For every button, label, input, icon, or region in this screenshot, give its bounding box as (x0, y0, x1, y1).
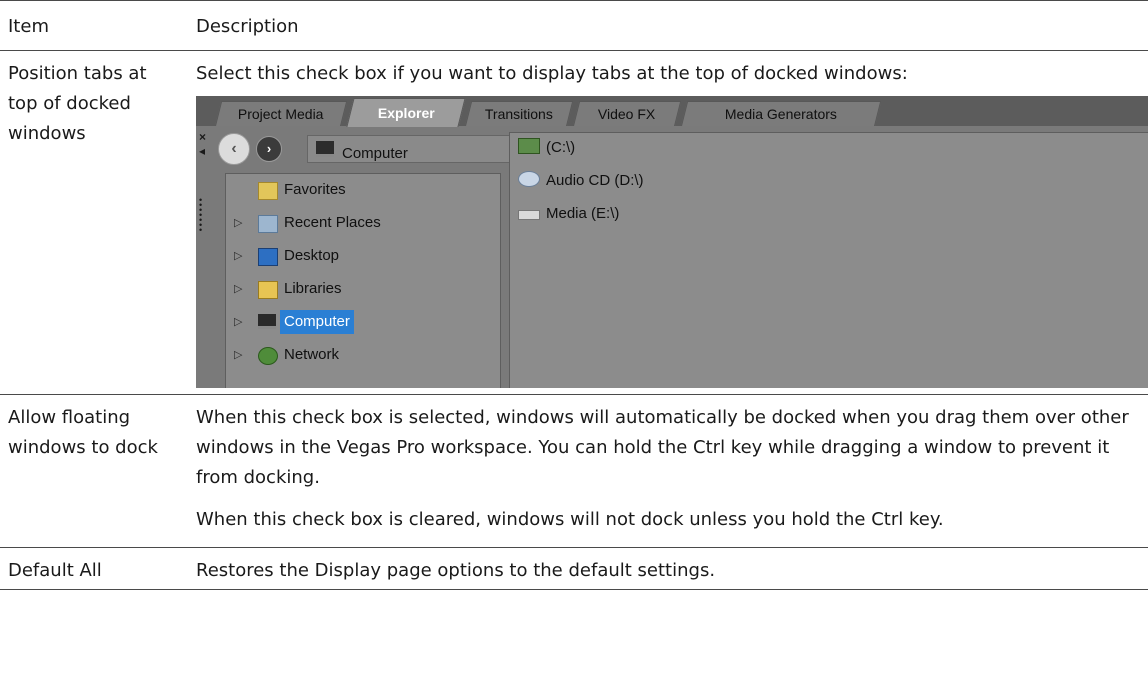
row-description-cell: Select this check box if you want to dis… (196, 51, 1148, 395)
removable-drive-icon (518, 210, 540, 220)
back-button[interactable]: ‹ (218, 133, 250, 165)
table-row: Default All Restores the Display page op… (0, 547, 1148, 590)
tree-item-label: Libraries (284, 280, 342, 297)
drive-e[interactable]: Media (E:\) (518, 202, 619, 226)
expand-arrow-icon[interactable]: ▷ (234, 211, 242, 235)
network-icon (258, 347, 278, 365)
row-description-cell: When this check box is selected, windows… (196, 395, 1148, 548)
tab-strip: Project Media Explorer Transitions Video… (196, 96, 1148, 127)
drive-label: (C:\) (546, 139, 576, 156)
row-description-text: Select this check box if you want to dis… (196, 63, 908, 84)
drive-d[interactable]: Audio CD (D:\) (518, 169, 644, 193)
desktop-icon (258, 248, 278, 266)
tree-item-label: Network (284, 346, 340, 363)
recent-places-icon (258, 215, 278, 233)
tree-item-label: Favorites (284, 181, 346, 198)
document-page: Item Description Position tabs at top of… (0, 0, 1148, 677)
computer-icon (316, 141, 334, 157)
tab-media-generators[interactable]: Media Generators (680, 101, 882, 127)
close-icon[interactable]: × (199, 130, 209, 144)
tab-project-media[interactable]: Project Media (214, 101, 348, 127)
folder-tree[interactable]: Favorites ▷ Recent Places ▷ Desktop ▷ Li… (225, 173, 501, 388)
tree-item-label: Computer (280, 310, 354, 334)
file-list[interactable]: (C:\) Audio CD (D:\) Media (E:\) (509, 132, 1148, 388)
tab-label: Explorer (377, 105, 435, 121)
tab-video-fx[interactable]: Video FX (572, 101, 682, 127)
drive-c[interactable]: (C:\) (518, 136, 575, 160)
row-description-text-2: When this check box is cleared, windows … (196, 509, 944, 530)
cd-drive-icon (518, 171, 540, 187)
tab-explorer[interactable]: Explorer (346, 98, 466, 127)
tree-item-label: Desktop (284, 247, 340, 264)
drive-label: Media (E:\) (546, 205, 620, 222)
options-table: Item Description Position tabs at top of… (0, 0, 1148, 590)
table-row: Allow floating windows to dock When this… (0, 394, 1148, 548)
local-disk-icon (518, 138, 540, 154)
row-item-label: Position tabs at top of docked windows (8, 63, 147, 144)
row-item-label: Default All (8, 560, 102, 581)
table-row: Position tabs at top of docked windows S… (0, 50, 1148, 395)
tab-label: Media Generators (724, 106, 837, 122)
expand-arrow-icon[interactable]: ▷ (234, 244, 242, 268)
row-description-text: When this check box is selected, windows… (196, 407, 1129, 488)
drive-label: Audio CD (D:\) (546, 172, 644, 189)
expand-arrow-icon[interactable]: ▷ (234, 277, 242, 301)
header-description: Description (196, 16, 299, 37)
libraries-icon (258, 281, 278, 299)
tab-label: Video FX (598, 106, 656, 122)
collapse-arrow-icon[interactable]: ◂ (199, 144, 209, 158)
explorer-window-screenshot: Project Media Explorer Transitions Video… (196, 96, 1148, 388)
table-header-row: Item Description (0, 0, 1148, 51)
address-text: Computer (342, 145, 408, 162)
tab-label: Project Media (238, 106, 324, 122)
explorer-pane: × ◂ ••••••• ‹ › Computer ▣ ⟳ (196, 126, 1148, 388)
drag-handle-icon[interactable]: • • • • • • • (199, 196, 209, 235)
dock-grip[interactable]: × ◂ • • • • • • • (199, 130, 209, 235)
tab-label: Transitions (484, 106, 553, 122)
tab-transitions[interactable]: Transitions (464, 101, 574, 127)
computer-icon (258, 314, 276, 329)
header-item: Item (8, 16, 49, 37)
expand-arrow-icon[interactable]: ▷ (234, 343, 242, 367)
favorites-icon (258, 182, 278, 200)
row-description-text: Restores the Display page options to the… (196, 560, 716, 581)
row-item-label: Allow floating windows to dock (8, 407, 158, 458)
expand-arrow-icon[interactable]: ▷ (234, 310, 242, 334)
tree-item-label: Recent Places (284, 214, 381, 231)
forward-button[interactable]: › (256, 136, 282, 162)
